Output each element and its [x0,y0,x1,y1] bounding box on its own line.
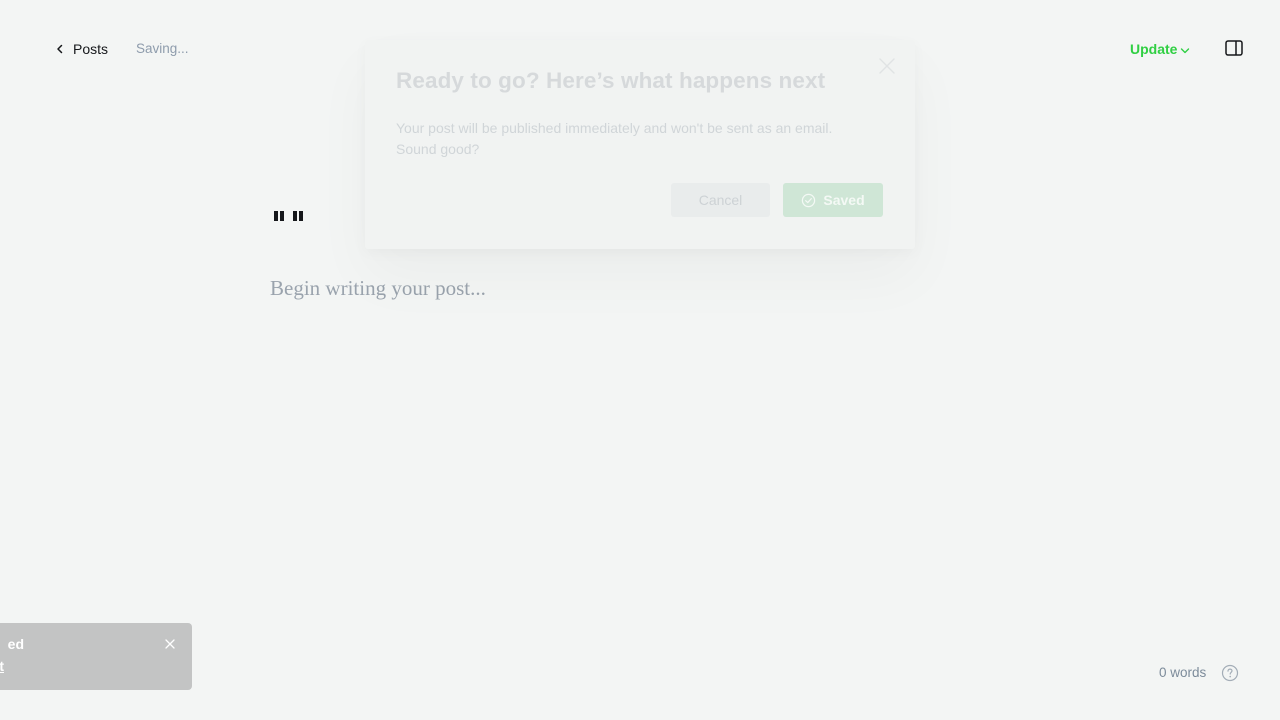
toast-message: ed [7,636,24,652]
save-status: Saving... [136,41,189,56]
post-title[interactable] [274,208,303,222]
saved-button-label: Saved [823,192,865,208]
back-link-label: Posts [73,41,109,57]
modal-body: Your post will be published immediately … [396,118,866,160]
close-icon[interactable] [164,638,176,650]
cancel-button[interactable]: Cancel [671,183,770,217]
update-button-label: Update [1130,41,1178,57]
help-icon[interactable] [1221,664,1239,682]
saved-button[interactable]: Saved [783,183,883,217]
check-circle-icon [802,193,816,207]
close-icon[interactable] [878,57,896,75]
modal-title: Ready to go? Here’s what happens next [396,68,826,93]
word-count: 0 words [1159,665,1207,680]
update-button[interactable]: Update [1130,38,1190,60]
modal-body-line: Sound good? [396,141,480,157]
editor-body-placeholder[interactable]: Begin writing your post... [270,276,486,301]
modal-body-line: Your post will be published immediately … [396,120,833,136]
back-to-posts-link[interactable]: Posts [55,38,108,60]
toast-link[interactable]: t [0,658,4,674]
notification-toast: ed t [0,623,192,690]
chevron-down-icon [1181,47,1190,53]
chevron-left-icon [57,44,63,54]
publish-confirm-modal: Ready to go? Here’s what happens next Yo… [365,40,915,249]
sidebar-toggle-icon[interactable] [1225,40,1243,56]
